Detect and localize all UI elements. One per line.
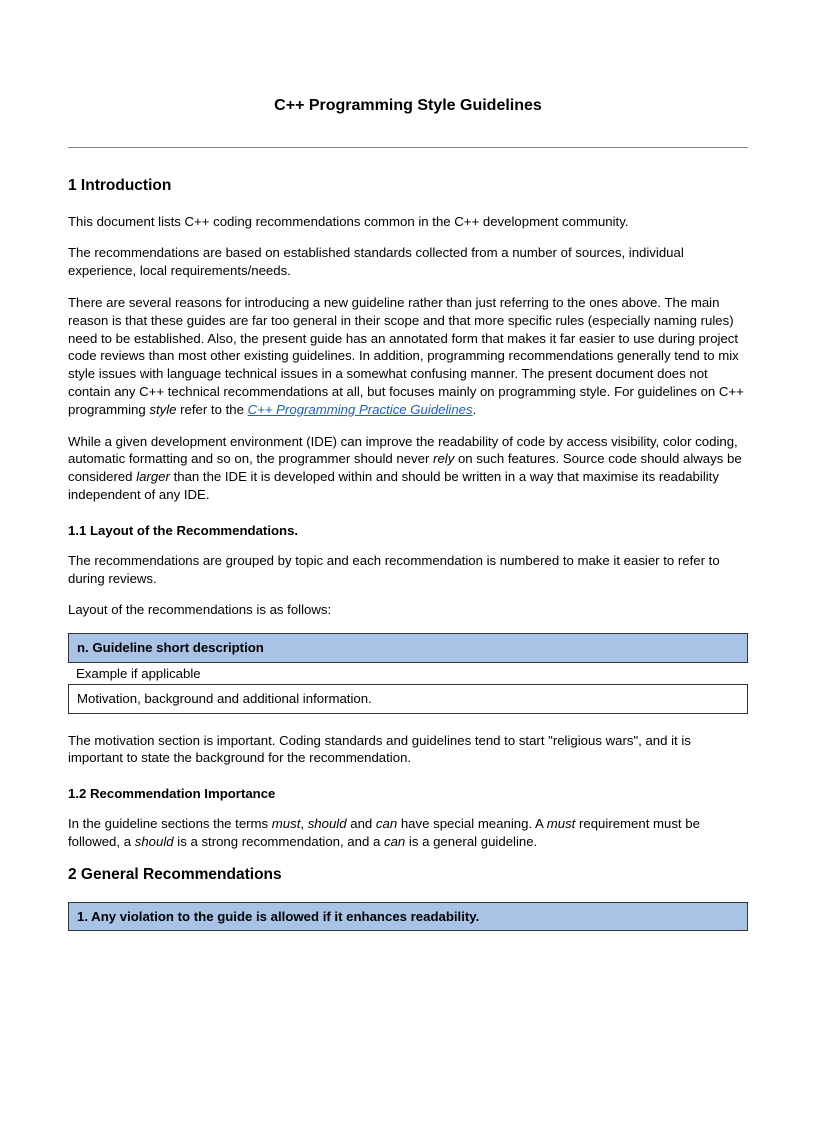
text: In the guideline sections the terms (68, 816, 272, 831)
must-word-2: must (547, 816, 576, 831)
text: have special meaning. A (397, 816, 547, 831)
intro-paragraph-3: There are several reasons for introducin… (68, 294, 748, 419)
should-word: should (308, 816, 347, 831)
intro-paragraph-1: This document lists C++ coding recommend… (68, 213, 748, 231)
should-word-2: should (135, 834, 174, 849)
rely-word: rely (433, 451, 454, 466)
text: There are several reasons for introducin… (68, 295, 744, 417)
text: , (300, 816, 307, 831)
text: is a general guideline. (405, 834, 537, 849)
must-word: must (272, 816, 301, 831)
importance-paragraph: In the guideline sections the terms must… (68, 815, 748, 851)
horizontal-rule (68, 147, 748, 148)
text: is a strong recommendation, and a (174, 834, 384, 849)
intro-paragraph-4: While a given development environment (I… (68, 433, 748, 504)
section-1-2-heading: 1.2 Recommendation Importance (68, 785, 748, 803)
guideline-example-line: Example if applicable (68, 663, 748, 684)
section-1-1-heading: 1.1 Layout of the Recommendations. (68, 522, 748, 540)
can-word-2: can (384, 834, 405, 849)
document-title: C++ Programming Style Guidelines (68, 95, 748, 117)
practice-guidelines-link[interactable]: C++ Programming Practice Guidelines (248, 402, 473, 417)
recommendation-1-box: 1. Any violation to the guide is allowed… (68, 902, 748, 932)
text: and (347, 816, 376, 831)
guideline-motivation-box: Motivation, background and additional in… (68, 684, 748, 714)
layout-paragraph-1: The recommendations are grouped by topic… (68, 552, 748, 588)
can-word: can (376, 816, 397, 831)
section-1-heading: 1 Introduction (68, 176, 748, 197)
text: refer to the (176, 402, 247, 417)
layout-paragraph-3: The motivation section is important. Cod… (68, 732, 748, 768)
larger-word: larger (136, 469, 170, 484)
guideline-header-box: n. Guideline short description (68, 633, 748, 663)
document-page: C++ Programming Style Guidelines 1 Intro… (0, 0, 816, 991)
style-word: style (149, 402, 176, 417)
section-2-heading: 2 General Recommendations (68, 865, 748, 886)
layout-paragraph-2: Layout of the recommendations is as foll… (68, 601, 748, 619)
intro-paragraph-2: The recommendations are based on establi… (68, 244, 748, 280)
text: . (473, 402, 477, 417)
